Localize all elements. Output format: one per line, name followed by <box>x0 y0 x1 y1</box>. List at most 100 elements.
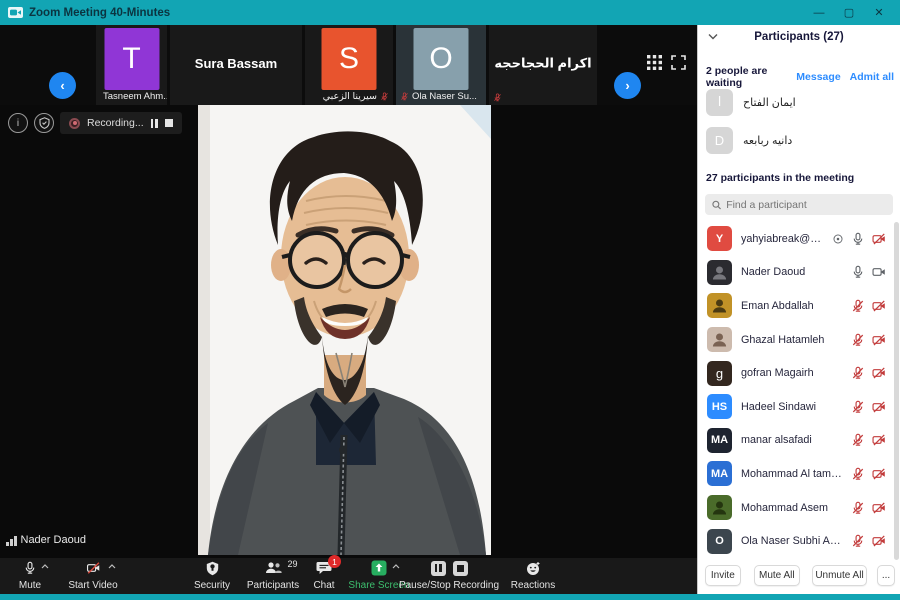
participant-row-host[interactable]: Y yahyiabreak@yah...(Host, me) <box>698 222 900 256</box>
admit-all-link[interactable]: Admit all <box>850 71 894 83</box>
mic-muted-icon[interactable] <box>851 400 865 414</box>
camera-on-icon[interactable] <box>872 265 886 279</box>
chevron-up-icon[interactable] <box>108 564 116 569</box>
panel-title: Participants (27) <box>698 31 900 43</box>
participant-name: yahyiabreak@yah... <box>741 233 823 245</box>
maximize-button[interactable]: ▢ <box>834 6 864 19</box>
tile-name-center: Sura Bassam <box>170 56 302 71</box>
mic-muted-icon[interactable] <box>851 366 865 380</box>
mic-muted-icon[interactable] <box>851 299 865 313</box>
participants-button[interactable]: 29 Participants <box>242 560 304 593</box>
mic-muted-icon[interactable] <box>851 467 865 481</box>
waiting-name: دانيه ربابعه <box>743 134 792 147</box>
invite-button[interactable]: Invite <box>705 565 741 586</box>
panel-scrollbar[interactable] <box>894 222 899 560</box>
more-options-button[interactable]: ... <box>877 565 895 586</box>
video-tile-sura[interactable]: Sura Bassam <box>170 25 302 105</box>
pause-recording-icon[interactable] <box>431 561 446 576</box>
video-filmstrip: ‹ T Tasneem Ahm... Sura Bassam S سيرينا … <box>0 25 697 105</box>
mic-muted-icon[interactable] <box>851 333 865 347</box>
share-screen-icon <box>371 560 387 576</box>
video-tile-ekram[interactable]: اكرام الحجاحجه <box>489 25 597 105</box>
avatar: MA <box>707 461 732 486</box>
avatar: S <box>322 28 377 90</box>
filmstrip-next-button[interactable]: › <box>614 72 641 99</box>
camera-off-icon[interactable] <box>872 299 886 313</box>
search-icon <box>712 200 721 210</box>
avatar: HS <box>707 394 732 419</box>
stop-recording-icon[interactable] <box>453 561 468 576</box>
reactions-button[interactable]: Reactions <box>508 560 558 593</box>
waiting-row[interactable]: ا ايمان الفتاح <box>706 87 892 117</box>
camera-off-icon[interactable] <box>872 467 886 481</box>
tile-name-label: سيرينا الزعبي <box>323 91 389 102</box>
tile-mic-label <box>493 93 502 102</box>
video-tile-tasneem[interactable]: T Tasneem Ahm... <box>96 25 167 105</box>
gallery-view-icon[interactable] <box>647 55 662 70</box>
start-video-button[interactable]: Start Video <box>62 560 124 593</box>
avatar: O <box>414 28 469 90</box>
chat-unread-badge: 1 <box>328 555 341 568</box>
mute-all-button[interactable]: Mute All <box>754 565 800 586</box>
participant-row[interactable]: MA manar alsafadi <box>698 424 900 458</box>
chevron-up-icon[interactable] <box>41 564 49 569</box>
video-tile-serena[interactable]: S سيرينا الزعبي <box>305 25 393 105</box>
in-meeting-count-label: 27 participants in the meeting <box>706 172 854 184</box>
participant-name: manar alsafadi <box>741 434 842 446</box>
camera-off-icon[interactable] <box>872 501 886 515</box>
security-button[interactable]: Security <box>184 560 240 593</box>
participant-row[interactable]: Eman Abdallah <box>698 289 900 323</box>
participant-row[interactable]: O Ola Naser Subhi Abu Al-Kheir <box>698 524 900 558</box>
tile-name-center: اكرام الحجاحجه <box>489 55 597 71</box>
security-shield-icon[interactable] <box>34 113 54 133</box>
mute-button[interactable]: Mute <box>4 560 56 593</box>
pause-recording-button[interactable] <box>151 119 158 128</box>
message-link[interactable]: Message <box>796 71 840 83</box>
avatar: g <box>707 361 732 386</box>
fullscreen-icon[interactable] <box>671 55 686 70</box>
participant-name: Hadeel Sindawi <box>741 401 842 413</box>
search-input[interactable] <box>726 199 886 211</box>
person-silhouette-icon <box>711 297 728 314</box>
participant-row[interactable]: Mohammad Asem <box>698 491 900 525</box>
avatar: MA <box>707 428 732 453</box>
participant-row[interactable]: HS Hadeel Sindawi <box>698 390 900 424</box>
camera-off-icon[interactable] <box>872 534 886 548</box>
mic-muted-icon[interactable] <box>851 433 865 447</box>
minimize-button[interactable]: — <box>804 7 834 19</box>
video-tile-ola[interactable]: O Ola Naser Su... <box>396 25 486 105</box>
tile-name-label: Ola Naser Su... <box>400 91 477 102</box>
mic-muted-icon[interactable] <box>851 501 865 515</box>
chat-button[interactable]: 1 Chat <box>306 560 342 593</box>
waiting-row[interactable]: D دانيه ربابعه <box>706 125 892 155</box>
pause-stop-recording-button[interactable]: Pause/Stop Recording <box>393 560 505 593</box>
audio-select-icon[interactable] <box>832 233 844 245</box>
participant-name: Ghazal Hatamleh <box>741 334 842 346</box>
microphone-icon <box>23 561 37 575</box>
meeting-info-icon[interactable]: i <box>8 113 28 133</box>
view-controls <box>647 55 686 70</box>
mic-muted-icon <box>493 93 502 102</box>
mic-on-icon[interactable] <box>851 232 865 246</box>
participant-row[interactable]: Ghazal Hatamleh <box>698 323 900 357</box>
participant-row[interactable]: Nader Daoud <box>698 256 900 290</box>
mic-on-icon[interactable] <box>851 265 865 279</box>
camera-off-icon[interactable] <box>872 232 886 246</box>
meeting-toolbar: Mute Start Video Security <box>0 558 697 594</box>
filmstrip-prev-button[interactable]: ‹ <box>49 72 76 99</box>
camera-off-icon[interactable] <box>872 400 886 414</box>
participant-row[interactable]: g gofran Magairh <box>698 356 900 390</box>
stop-recording-button[interactable] <box>165 119 173 127</box>
close-button[interactable]: ✕ <box>864 6 894 19</box>
camera-off-icon[interactable] <box>872 366 886 380</box>
recording-dot-icon <box>69 118 80 129</box>
camera-off-icon[interactable] <box>872 433 886 447</box>
camera-off-icon[interactable] <box>872 333 886 347</box>
participant-search[interactable] <box>705 194 893 215</box>
speaker-video <box>198 105 491 555</box>
mic-muted-icon[interactable] <box>851 534 865 548</box>
participant-row[interactable]: MA Mohammad Al tamimi <box>698 457 900 491</box>
recording-indicator: Recording... <box>60 112 182 134</box>
unmute-all-button[interactable]: Unmute All <box>812 565 867 586</box>
speaker-name: Nader Daoud <box>21 534 86 546</box>
